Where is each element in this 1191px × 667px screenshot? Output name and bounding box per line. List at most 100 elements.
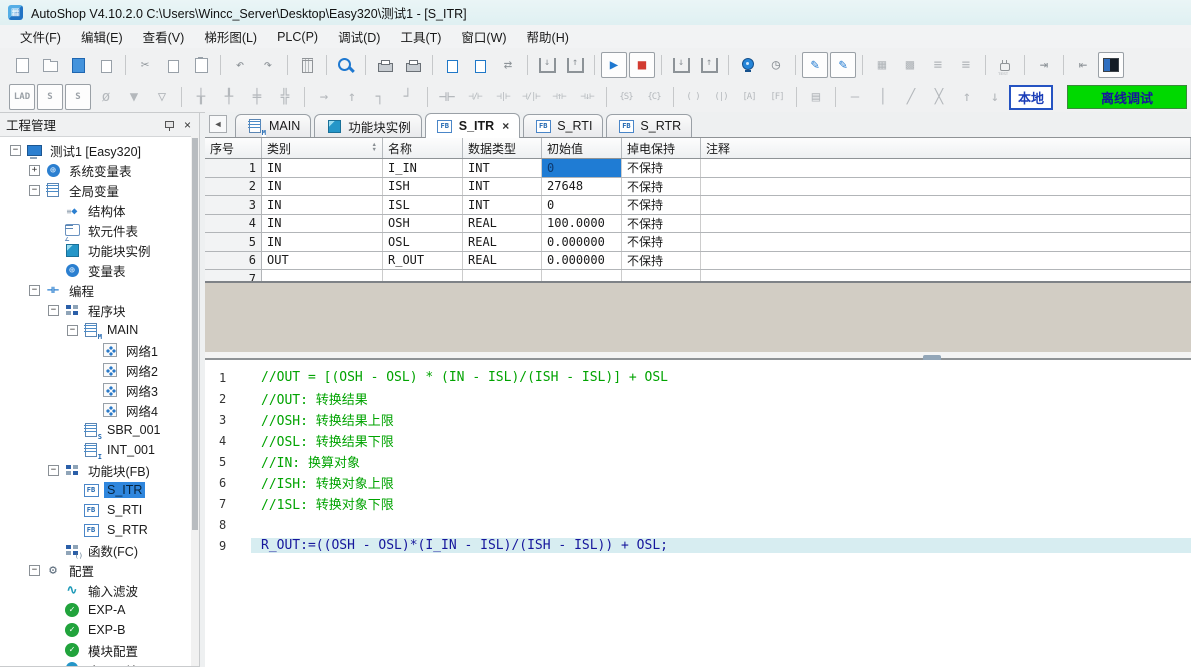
tree-item-27[interactable]: 电子凸轮 <box>0 660 191 666</box>
copy-button[interactable] <box>160 52 186 78</box>
menu-item-5[interactable]: PLC(P) <box>267 27 328 47</box>
collapse-icon[interactable]: − <box>48 305 59 316</box>
insert-row-button[interactable]: ╁ <box>188 84 214 110</box>
tree-item-2[interactable]: +系统变量表 <box>0 160 191 180</box>
tree-item-1[interactable]: −测试1 [Easy320] <box>0 140 191 160</box>
table-cell[interactable]: 0.000000 <box>542 252 622 270</box>
line-down-button[interactable]: ↓ <box>982 84 1008 110</box>
table-cell[interactable]: REAL <box>463 233 542 251</box>
fb-clean-button[interactable]: ▩ <box>897 52 923 78</box>
table-cell[interactable] <box>701 252 1191 270</box>
delete-cell-button[interactable]: ╬ <box>272 84 298 110</box>
column-header-6[interactable]: 掉电保持 <box>622 138 701 158</box>
tree-item-4[interactable]: 结构体 <box>0 200 191 220</box>
table-cell[interactable]: INT <box>463 196 542 214</box>
table-cell[interactable]: REAL <box>463 215 542 233</box>
save-button[interactable] <box>65 52 91 78</box>
wire-right-button[interactable]: → <box>311 84 337 110</box>
tree-item-26[interactable]: 模块配置 <box>0 640 191 660</box>
contact-falling-button[interactable]: ⊣↓⊢ <box>574 84 600 110</box>
append-row-button[interactable]: ╀ <box>216 84 242 110</box>
wire-up-button[interactable]: ↑ <box>339 84 365 110</box>
login-button[interactable]: ⇥ <box>1031 52 1057 78</box>
tree-item-25[interactable]: EXP-B <box>0 620 191 640</box>
collapse-icon[interactable]: − <box>29 565 40 576</box>
upload-variables-button[interactable]: ↑ <box>562 52 588 78</box>
table-cell[interactable]: IN <box>262 196 383 214</box>
tree-item-19[interactable]: S_RTI <box>0 500 191 520</box>
collapse-icon[interactable]: − <box>29 185 40 196</box>
table-cell[interactable]: ISH <box>383 178 463 196</box>
run-button[interactable]: ▶ <box>601 52 627 78</box>
code-line-text[interactable]: //OSH: 转换结果上限 <box>251 410 1191 429</box>
tab--[interactable]: 功能块实例 <box>314 114 422 137</box>
contact-open-button[interactable]: ⊣⊢ <box>434 84 460 110</box>
tab-s-rtr[interactable]: S_RTR <box>606 114 692 137</box>
table-cell[interactable] <box>701 196 1191 214</box>
export-window-button[interactable] <box>467 52 493 78</box>
row-number-cell[interactable]: 2 <box>205 178 262 196</box>
delete-button[interactable] <box>294 52 320 78</box>
tree-item-15[interactable]: SSBR_001 <box>0 420 191 440</box>
tab-main[interactable]: MMAIN <box>235 114 311 137</box>
timing-monitor-button[interactable]: ◷ <box>763 52 789 78</box>
tree-item-14[interactable]: 网络4 <box>0 400 191 420</box>
table-cell[interactable]: 27648 <box>542 178 622 196</box>
code-line-text[interactable]: //IN: 换算对象 <box>251 452 1191 471</box>
menu-item-9[interactable]: 帮助(H) <box>517 24 579 49</box>
tab-scroll-left-button[interactable]: ◄ <box>209 115 227 133</box>
find-button[interactable] <box>333 52 359 78</box>
row-number-cell[interactable]: 4 <box>205 215 262 233</box>
collapse-icon[interactable]: − <box>48 465 59 476</box>
insert-cell-button[interactable]: ╪ <box>244 84 270 110</box>
menu-item-2[interactable]: 编辑(E) <box>71 24 133 49</box>
tab-s-rti[interactable]: S_RTI <box>523 114 603 137</box>
merge-line-button[interactable]: ≡ <box>925 52 951 78</box>
tree-item-12[interactable]: 网络2 <box>0 360 191 380</box>
column-header-4[interactable]: 数据类型 <box>463 138 542 158</box>
sfc-step-alt-button[interactable]: S <box>65 84 91 110</box>
table-cell[interactable]: IN <box>262 215 383 233</box>
tree-item-24[interactable]: EXP-A <box>0 600 191 620</box>
delete-line-button[interactable]: ╱ <box>898 84 924 110</box>
menu-item-8[interactable]: 窗口(W) <box>451 24 516 49</box>
tree-scrollbar-thumb[interactable] <box>192 138 198 530</box>
coil-count-button[interactable]: {C} <box>641 84 667 110</box>
tree-scrollbar[interactable] <box>191 136 199 666</box>
code-line-text[interactable]: //1SL: 转换对象下限 <box>251 494 1191 513</box>
tree-item-7[interactable]: 变量表 <box>0 260 191 280</box>
contact-n-button[interactable]: ⊣/|⊢ <box>518 84 544 110</box>
cut-button[interactable]: ✂ <box>132 52 158 78</box>
new-file-button[interactable] <box>9 52 35 78</box>
menu-item-3[interactable]: 查看(V) <box>133 24 195 49</box>
table-cell[interactable]: ISL <box>383 196 463 214</box>
arrow-hollow-down-button[interactable]: ▽ <box>149 84 175 110</box>
fb-convert-button[interactable]: ▦ <box>869 52 895 78</box>
table-cell[interactable]: OSH <box>383 215 463 233</box>
tree-item-3[interactable]: −全局变量 <box>0 180 191 200</box>
tree-item-18[interactable]: S_ITR <box>0 480 191 500</box>
print-preview-button[interactable] <box>372 52 398 78</box>
table-cell[interactable] <box>701 178 1191 196</box>
local-mode-button[interactable]: 本地 <box>1009 85 1053 110</box>
upload-program-button[interactable]: ↑ <box>696 52 722 78</box>
monitor-button[interactable] <box>735 52 761 78</box>
table-cell[interactable]: OSL <box>383 233 463 251</box>
table-cell[interactable]: IN <box>262 233 383 251</box>
code-line-text[interactable]: //ISH: 转换对象上限 <box>251 473 1191 492</box>
wire-junction-button[interactable]: ø <box>93 84 119 110</box>
delete-cross-button[interactable]: ╳ <box>926 84 952 110</box>
column-header-2[interactable]: 类别▲▼ <box>262 138 383 158</box>
pin-icon[interactable] <box>165 121 174 128</box>
test-button[interactable] <box>992 52 1018 78</box>
coil-set-button[interactable]: {S} <box>613 84 639 110</box>
block-function-button[interactable]: [F] <box>764 84 790 110</box>
collapse-icon[interactable]: − <box>67 325 78 336</box>
table-cell[interactable]: 不保持 <box>622 215 701 233</box>
block-application-button[interactable]: [A] <box>736 84 762 110</box>
tree-item-11[interactable]: 网络1 <box>0 340 191 360</box>
contact-p-button[interactable]: ⊣|⊢ <box>490 84 516 110</box>
menu-item-4[interactable]: 梯形图(L) <box>194 24 267 49</box>
menu-item-7[interactable]: 工具(T) <box>390 24 451 49</box>
table-cell[interactable] <box>701 215 1191 233</box>
